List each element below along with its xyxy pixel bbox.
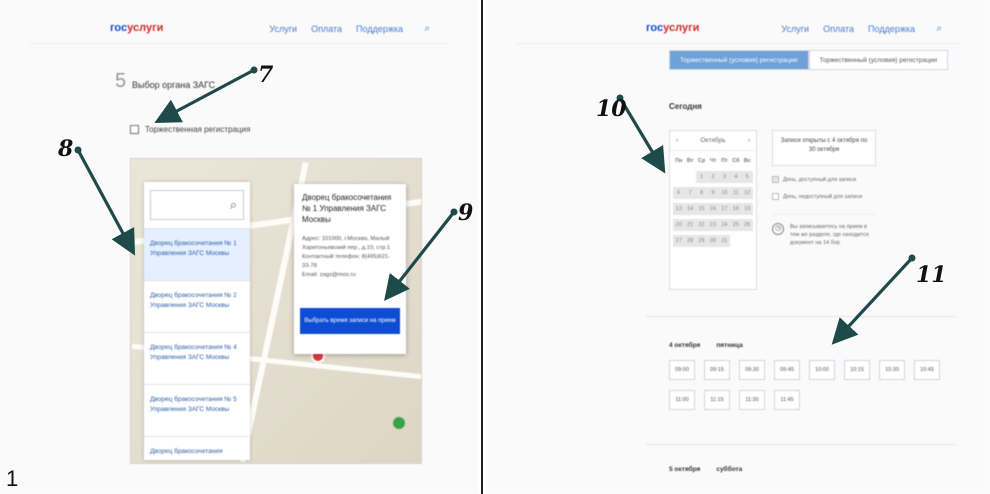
arrow-11 (831, 256, 914, 345)
figure-label: 1 (6, 466, 19, 491)
annotation-11: 11 (916, 262, 947, 288)
arrow-8 (76, 149, 136, 256)
annotation-9: 9 (458, 200, 474, 226)
arrow-7 (154, 68, 255, 124)
arrow-9 (384, 211, 456, 302)
annotation-7: 7 (258, 62, 274, 88)
composite-figure: госуслуги Услуги Оплата Поддержка ⌕ 5 Вы… (0, 0, 990, 494)
annotation-8: 8 (58, 136, 74, 162)
arrow-7-tail (250, 66, 258, 74)
annotation-arrows (74, 66, 916, 345)
arrow-9-tail (450, 208, 458, 216)
arrow-11-tail (908, 254, 916, 262)
arrow-8-tail (74, 146, 82, 154)
annotation-10: 10 (596, 96, 627, 122)
